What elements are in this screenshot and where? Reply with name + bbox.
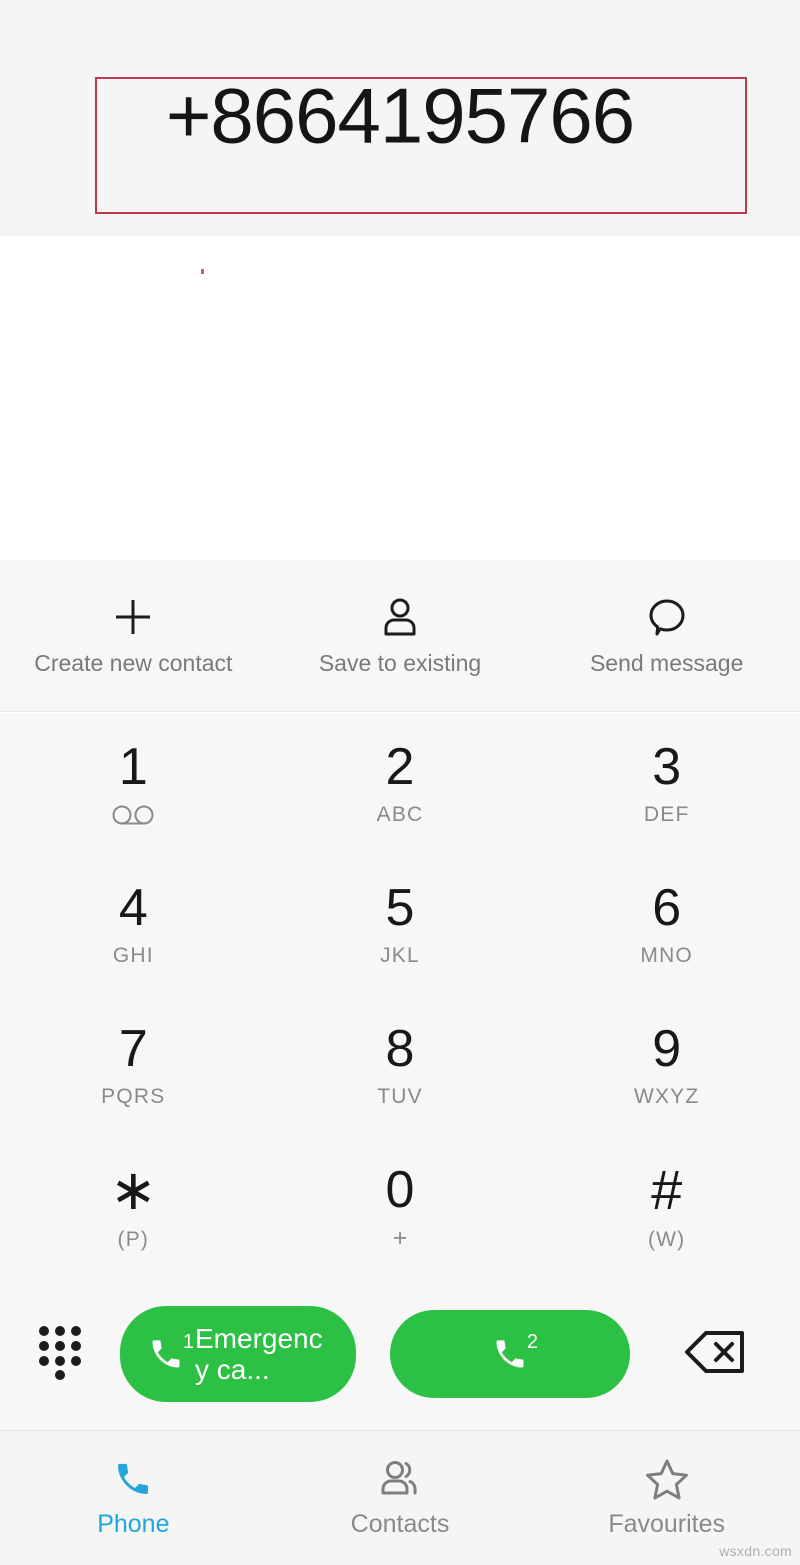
- dialpad-keys: 1 2 ABC 3 DEF 4 GHI 5 JKL 6 MNO 7 PQRS 8…: [0, 713, 800, 1278]
- key-2-letters: ABC: [376, 802, 424, 826]
- voicemail-icon: [111, 803, 155, 827]
- dialed-number-text[interactable]: +8664195766: [0, 71, 800, 162]
- key-4-letters: GHI: [112, 943, 154, 967]
- key-4-digit: 4: [118, 878, 148, 937]
- save-to-existing-button[interactable]: Save to existing: [267, 594, 534, 677]
- watermark: wsxdn.com: [719, 1543, 792, 1559]
- key-9-digit: 9: [652, 1020, 682, 1079]
- key-0-digit: 0: [385, 1161, 415, 1220]
- key-5-digit: 5: [385, 878, 415, 937]
- phone-handset-icon: [111, 1457, 155, 1501]
- key-hash[interactable]: # (W): [533, 1137, 800, 1278]
- sim1-badge: 1: [182, 1331, 194, 1353]
- key-6[interactable]: 6 MNO: [533, 854, 800, 995]
- nav-tab-favourites[interactable]: Favourites: [533, 1457, 800, 1539]
- key-0[interactable]: 0 +: [267, 1137, 534, 1278]
- key-3-letters: DEF: [643, 802, 690, 826]
- create-new-contact-button[interactable]: Create new contact: [0, 594, 267, 677]
- star-icon: [645, 1457, 689, 1501]
- send-message-button[interactable]: Send message: [533, 594, 800, 677]
- dialpad-icon: [37, 1324, 83, 1385]
- dialpad-toggle-button[interactable]: [0, 1324, 120, 1385]
- keypad-row: 4 GHI 5 JKL 6 MNO: [0, 854, 800, 995]
- key-1[interactable]: 1: [0, 713, 267, 854]
- key-5[interactable]: 5 JKL: [267, 854, 534, 995]
- keypad-row: 7 PQRS 8 TUV 9 WXYZ: [0, 996, 800, 1137]
- nav-tab-favourites-label: Favourites: [608, 1510, 726, 1538]
- key-0-letters: +: [392, 1223, 408, 1252]
- nav-tab-phone[interactable]: Phone: [0, 1457, 267, 1539]
- key-3-digit: 3: [652, 737, 682, 796]
- key-2[interactable]: 2 ABC: [267, 713, 534, 854]
- nav-tab-contacts-label: Contacts: [350, 1510, 450, 1538]
- key-7-letters: PQRS: [101, 1085, 166, 1109]
- key-star-letters: (P): [117, 1228, 150, 1252]
- person-icon: [377, 594, 423, 640]
- speech-bubble-icon: [644, 594, 690, 640]
- sim1-call-label: Emergency ca...: [195, 1322, 323, 1385]
- key-star[interactable]: ∗ (P): [0, 1137, 267, 1278]
- phone-handset-icon: 2: [485, 1326, 538, 1382]
- key-8-digit: 8: [385, 1020, 415, 1079]
- sim2-badge: 2: [526, 1331, 538, 1353]
- key-6-digit: 6: [652, 878, 682, 937]
- suggestion-list-area: [0, 236, 800, 560]
- key-9[interactable]: 9 WXYZ: [533, 996, 800, 1137]
- contact-actions-row: Create new contact Save to existing Send…: [0, 560, 800, 712]
- key-8-letters: TUV: [377, 1085, 423, 1109]
- keypad-row: ∗ (P) 0 + # (W): [0, 1137, 800, 1278]
- backspace-button[interactable]: [630, 1329, 800, 1380]
- key-2-digit: 2: [385, 737, 415, 796]
- send-message-label: Send message: [589, 650, 744, 676]
- key-8[interactable]: 8 TUV: [267, 996, 534, 1137]
- key-hash-digit: #: [651, 1158, 683, 1222]
- key-3[interactable]: 3 DEF: [533, 713, 800, 854]
- key-star-digit: ∗: [109, 1158, 157, 1222]
- key-1-digit: 1: [118, 737, 148, 796]
- nav-tab-contacts[interactable]: Contacts: [267, 1457, 534, 1539]
- key-5-letters: JKL: [380, 943, 420, 967]
- sim1-call-button[interactable]: 1 Emergency ca...: [120, 1306, 356, 1402]
- key-hash-letters: (W): [647, 1228, 686, 1252]
- save-to-existing-label: Save to existing: [318, 650, 482, 676]
- number-display-area: +8664195766: [0, 0, 800, 236]
- bottom-navigation-bar: Phone Contacts Favourites wsxdn.com: [0, 1430, 800, 1565]
- sim2-call-button[interactable]: 2: [390, 1310, 630, 1398]
- nav-tab-phone-label: Phone: [97, 1510, 170, 1538]
- create-new-contact-label: Create new contact: [34, 650, 233, 676]
- key-4[interactable]: 4 GHI: [0, 854, 267, 995]
- key-7-digit: 7: [118, 1020, 148, 1079]
- key-6-letters: MNO: [640, 943, 693, 967]
- contacts-icon: [378, 1457, 422, 1501]
- plus-icon: [110, 594, 156, 640]
- phone-handset-icon: 1: [141, 1326, 194, 1382]
- artifact-dot: [201, 269, 204, 274]
- call-action-bar: 1 Emergency ca... 2: [0, 1278, 800, 1430]
- backspace-icon: [684, 1329, 746, 1380]
- keypad-row: 1 2 ABC 3 DEF: [0, 713, 800, 854]
- key-7[interactable]: 7 PQRS: [0, 996, 267, 1137]
- key-9-letters: WXYZ: [633, 1085, 700, 1109]
